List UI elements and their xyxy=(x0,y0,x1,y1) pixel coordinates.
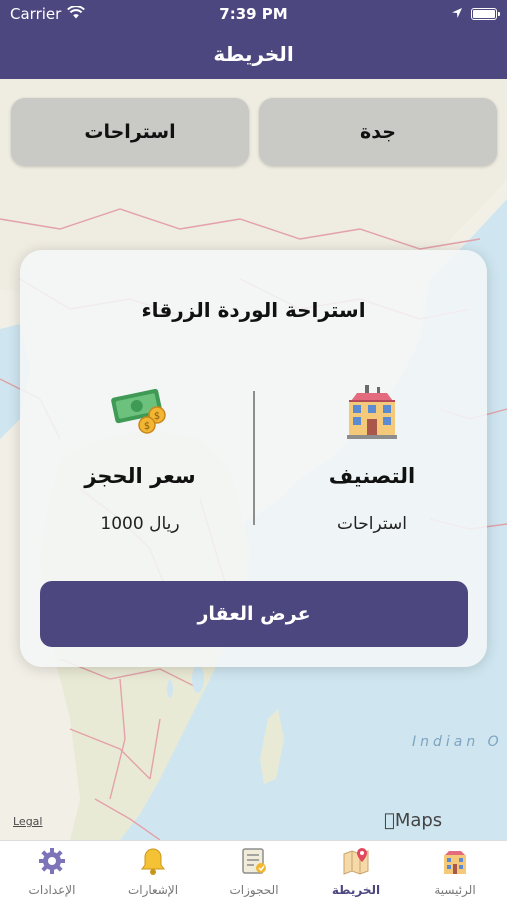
map-icon xyxy=(306,845,406,877)
money-icon: $ $ xyxy=(40,380,240,442)
property-title: استراحة الوردة الزرقاء xyxy=(141,298,366,322)
tab-settings[interactable]: الإعدادات xyxy=(2,845,102,897)
booking-icon xyxy=(204,845,304,877)
apple-icon:  xyxy=(384,810,395,831)
building-icon xyxy=(272,380,472,442)
maps-label: Maps xyxy=(384,810,442,831)
status-bar: Carrier 7:39 PM xyxy=(0,0,507,28)
location-arrow-icon xyxy=(451,5,463,23)
tab-label: الخريطة xyxy=(331,883,381,897)
svg-text:$: $ xyxy=(144,421,150,432)
tab-label: الحجوزات xyxy=(229,883,279,897)
tab-label: الإشعارات xyxy=(127,883,179,897)
price-section: $ $ سعر الحجز ريال 1000 xyxy=(40,380,240,534)
divider xyxy=(253,391,255,525)
page-title: الخريطة xyxy=(213,41,294,66)
category-value: استراحات xyxy=(337,514,407,534)
tab-bar: الرئيسية الخريطة الحجوزات الإشعارات الإع… xyxy=(0,840,507,900)
tab-label: الإعدادات xyxy=(28,883,76,897)
building-icon xyxy=(405,845,505,877)
ocean-label: Indian O xyxy=(412,734,503,750)
svg-text:$: $ xyxy=(154,411,160,422)
navigation-bar: الخريطة xyxy=(0,28,507,79)
price-currency: ريال xyxy=(149,514,180,534)
clock: 7:39 PM xyxy=(219,5,288,23)
tab-bookings[interactable]: الحجوزات xyxy=(204,845,304,897)
gear-icon xyxy=(2,845,102,877)
type-filter-button[interactable]: استراحات xyxy=(11,98,249,166)
price-value: ريال 1000 xyxy=(40,514,240,534)
property-card: استراحة الوردة الزرقاء التصنيف استراحات xyxy=(20,250,487,667)
tab-home[interactable]: الرئيسية xyxy=(405,845,505,897)
city-filter-button[interactable]: جدة xyxy=(259,98,497,166)
tab-map[interactable]: الخريطة xyxy=(306,845,406,897)
category-label: التصنيف xyxy=(328,464,416,488)
view-property-button[interactable]: عرض العقار xyxy=(40,581,468,647)
category-section: التصنيف استراحات xyxy=(272,380,472,534)
price-amount: 1000 xyxy=(100,514,144,534)
maps-attribution: Maps xyxy=(384,810,442,831)
tab-label: الرئيسية xyxy=(434,883,476,897)
legal-link[interactable]: Legal xyxy=(13,815,42,828)
bell-icon xyxy=(103,845,203,877)
price-label: سعر الحجز xyxy=(84,464,196,488)
battery-icon xyxy=(471,8,500,20)
tab-notifications[interactable]: الإشعارات xyxy=(103,845,203,897)
status-right xyxy=(451,5,500,23)
